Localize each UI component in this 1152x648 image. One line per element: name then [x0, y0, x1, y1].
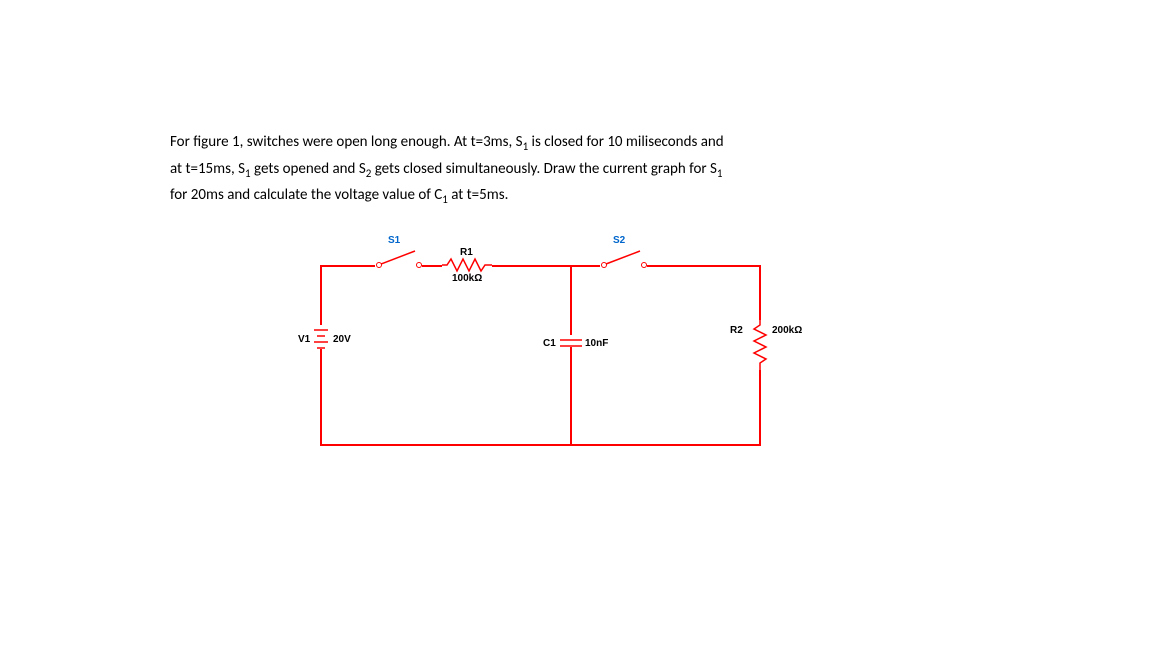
wire-r1-mid — [492, 265, 570, 267]
wire-right-bottom — [759, 370, 761, 445]
label-r1-name: R1 — [460, 247, 473, 258]
label-c1-value: 10nF — [585, 338, 608, 349]
text-line2a: at t=15ms, S — [170, 160, 245, 178]
wire-mid-bottom — [570, 347, 572, 445]
wire-top-left — [320, 265, 375, 267]
wire-s2-right — [647, 265, 760, 267]
label-r1-value: 100kΩ — [452, 273, 482, 284]
label-s1: S1 — [388, 235, 400, 246]
switch-s1 — [375, 247, 425, 269]
wire-mid-s2 — [570, 265, 600, 267]
text-line1a: For figure 1, switches were open long en… — [170, 133, 523, 151]
label-r2-name: R2 — [730, 325, 743, 336]
label-r2-value: 200kΩ — [772, 325, 802, 336]
sub-s1-3: 1 — [717, 167, 723, 180]
text-line1b: is closed for 10 miliseconds and — [528, 133, 724, 151]
resistor-r2 — [751, 320, 769, 370]
text-line3b: at t=5ms. — [448, 186, 509, 204]
label-v1-value: 20V — [333, 334, 351, 345]
circuit-diagram: S1 R1 100kΩ S2 V1 20V C1 10nF — [300, 235, 800, 475]
text-line3a: for 20ms and calculate the voltage value… — [170, 186, 442, 204]
label-v1-name: V1 — [298, 334, 310, 345]
text-line2c: gets closed simultaneously. Draw the cur… — [371, 160, 717, 178]
text-line2b: gets opened and S — [251, 160, 366, 178]
switch-s2 — [600, 247, 650, 269]
label-c1-name: C1 — [543, 338, 556, 349]
resistor-r1 — [442, 257, 492, 273]
wire-left-top — [320, 265, 322, 325]
problem-statement: For figure 1, switches were open long en… — [170, 130, 982, 210]
wire-mid-top — [570, 265, 572, 335]
wire-left-bottom — [320, 349, 322, 445]
wire-right-top — [759, 265, 761, 320]
wire-bottom — [320, 444, 761, 446]
label-s2: S2 — [613, 235, 625, 246]
wire-s1-r1 — [422, 265, 442, 267]
